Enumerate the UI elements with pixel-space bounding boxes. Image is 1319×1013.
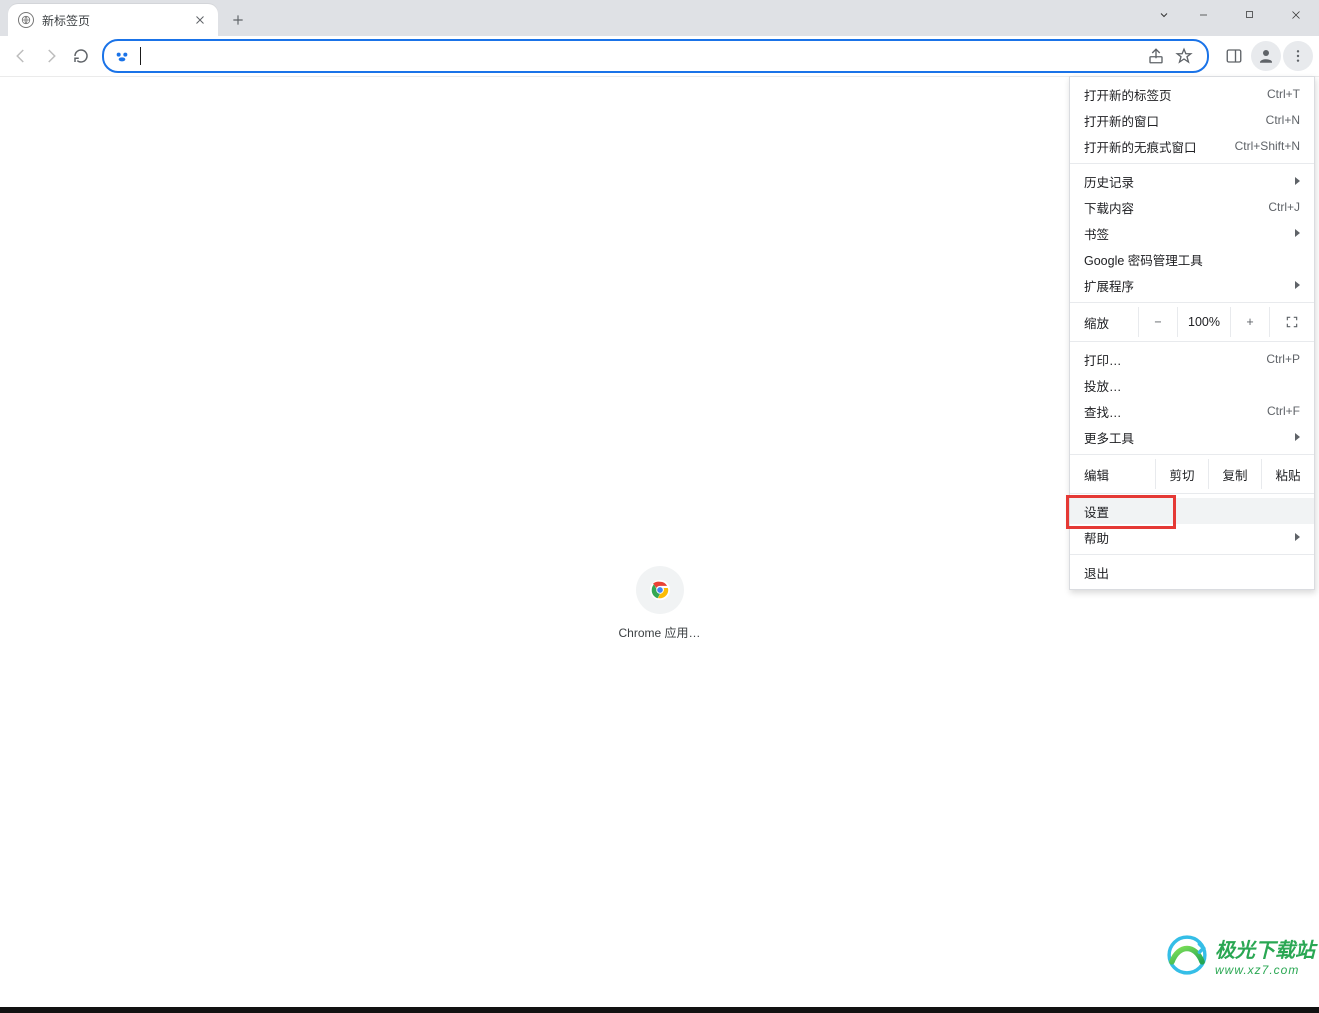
watermark-url: www.xz7.com bbox=[1215, 963, 1315, 977]
watermark-logo-icon bbox=[1165, 933, 1209, 977]
menu-label: 帮助 bbox=[1084, 528, 1295, 547]
menu-shortcut: Ctrl+F bbox=[1267, 404, 1300, 418]
back-button[interactable] bbox=[6, 41, 36, 71]
menu-label: 退出 bbox=[1084, 563, 1300, 582]
chrome-apps-shortcut[interactable]: Chrome 应用… bbox=[618, 566, 700, 641]
fullscreen-button[interactable] bbox=[1269, 307, 1314, 337]
submenu-arrow-icon bbox=[1295, 281, 1300, 289]
chrome-logo-icon bbox=[635, 566, 683, 614]
window-titlebar: 新标签页 bbox=[0, 0, 1319, 36]
menu-label: 设置 bbox=[1084, 502, 1300, 521]
menu-separator bbox=[1070, 454, 1314, 455]
menu-item-exit[interactable]: 退出 bbox=[1070, 559, 1314, 585]
watermark: 极光下载站 www.xz7.com bbox=[1165, 933, 1315, 977]
menu-item-new-incognito[interactable]: 打开新的无痕式窗口 Ctrl+Shift+N bbox=[1070, 133, 1314, 159]
address-bar[interactable] bbox=[102, 39, 1209, 73]
window-maximize-button[interactable] bbox=[1227, 0, 1273, 30]
menu-item-extensions[interactable]: 扩展程序 bbox=[1070, 272, 1314, 298]
menu-label: 更多工具 bbox=[1084, 428, 1295, 447]
menu-item-bookmarks[interactable]: 书签 bbox=[1070, 220, 1314, 246]
menu-label: 编辑 bbox=[1084, 465, 1155, 484]
menu-separator bbox=[1070, 302, 1314, 303]
tab-title: 新标签页 bbox=[42, 12, 192, 29]
window-controls bbox=[1147, 0, 1319, 30]
tab-strip: 新标签页 bbox=[0, 0, 252, 36]
menu-item-cast[interactable]: 投放… bbox=[1070, 372, 1314, 398]
menu-shortcut: Ctrl+J bbox=[1268, 200, 1300, 214]
menu-item-new-window[interactable]: 打开新的窗口 Ctrl+N bbox=[1070, 107, 1314, 133]
menu-item-zoom: 缩放 − 100% + bbox=[1070, 307, 1314, 337]
window-tab-search-button[interactable] bbox=[1147, 0, 1181, 30]
menu-label: 查找… bbox=[1084, 402, 1267, 421]
shortcut-label: Chrome 应用… bbox=[618, 624, 700, 641]
menu-shortcut: Ctrl+T bbox=[1267, 87, 1300, 101]
submenu-arrow-icon bbox=[1295, 433, 1300, 441]
menu-separator bbox=[1070, 493, 1314, 494]
browser-toolbar bbox=[0, 36, 1319, 76]
menu-label: 书签 bbox=[1084, 224, 1295, 243]
search-engine-icon bbox=[114, 48, 130, 64]
menu-label: 投放… bbox=[1084, 376, 1300, 395]
menu-label: 打开新的无痕式窗口 bbox=[1084, 137, 1235, 156]
globe-icon bbox=[18, 12, 34, 28]
menu-item-help[interactable]: 帮助 bbox=[1070, 524, 1314, 550]
url-input[interactable] bbox=[141, 47, 1143, 65]
menu-item-edit: 编辑 剪切 复制 粘贴 bbox=[1070, 459, 1314, 489]
tab-close-icon[interactable] bbox=[192, 12, 208, 28]
menu-item-passwords[interactable]: Google 密码管理工具 bbox=[1070, 246, 1314, 272]
edit-cut-button[interactable]: 剪切 bbox=[1155, 459, 1208, 489]
tab-active[interactable]: 新标签页 bbox=[8, 4, 218, 36]
menu-item-downloads[interactable]: 下载内容 Ctrl+J bbox=[1070, 194, 1314, 220]
submenu-arrow-icon bbox=[1295, 177, 1300, 185]
window-close-button[interactable] bbox=[1273, 0, 1319, 30]
menu-item-print[interactable]: 打印… Ctrl+P bbox=[1070, 346, 1314, 372]
menu-item-settings[interactable]: 设置 bbox=[1070, 498, 1314, 524]
zoom-in-button[interactable]: + bbox=[1230, 307, 1269, 337]
reload-button[interactable] bbox=[66, 41, 96, 71]
main-menu: 打开新的标签页 Ctrl+T 打开新的窗口 Ctrl+N 打开新的无痕式窗口 C… bbox=[1069, 76, 1315, 590]
menu-separator bbox=[1070, 341, 1314, 342]
side-panel-icon[interactable] bbox=[1219, 41, 1249, 71]
forward-button[interactable] bbox=[36, 41, 66, 71]
bookmark-star-icon[interactable] bbox=[1171, 43, 1197, 69]
menu-label: 下载内容 bbox=[1084, 198, 1268, 217]
menu-separator bbox=[1070, 163, 1314, 164]
menu-shortcut: Ctrl+P bbox=[1266, 352, 1300, 366]
menu-label: 打开新的标签页 bbox=[1084, 85, 1267, 104]
profile-avatar-icon[interactable] bbox=[1251, 41, 1281, 71]
menu-shortcut: Ctrl+N bbox=[1266, 113, 1300, 127]
menu-label: 历史记录 bbox=[1084, 172, 1295, 191]
zoom-out-button[interactable]: − bbox=[1138, 307, 1177, 337]
submenu-arrow-icon bbox=[1295, 533, 1300, 541]
window-minimize-button[interactable] bbox=[1181, 0, 1227, 30]
menu-label: 打开新的窗口 bbox=[1084, 111, 1266, 130]
menu-item-history[interactable]: 历史记录 bbox=[1070, 168, 1314, 194]
zoom-value: 100% bbox=[1177, 307, 1230, 337]
menu-shortcut: Ctrl+Shift+N bbox=[1235, 139, 1300, 153]
taskbar-sliver bbox=[0, 1007, 1319, 1013]
menu-item-find[interactable]: 查找… Ctrl+F bbox=[1070, 398, 1314, 424]
edit-paste-button[interactable]: 粘贴 bbox=[1261, 459, 1314, 489]
submenu-arrow-icon bbox=[1295, 229, 1300, 237]
menu-label: Google 密码管理工具 bbox=[1084, 250, 1300, 269]
menu-label: 缩放 bbox=[1084, 313, 1138, 332]
watermark-title: 极光下载站 bbox=[1215, 934, 1315, 963]
kebab-menu-icon[interactable] bbox=[1283, 41, 1313, 71]
menu-item-new-tab[interactable]: 打开新的标签页 Ctrl+T bbox=[1070, 81, 1314, 107]
edit-copy-button[interactable]: 复制 bbox=[1208, 459, 1261, 489]
menu-separator bbox=[1070, 554, 1314, 555]
menu-label: 打印… bbox=[1084, 350, 1266, 369]
menu-item-more-tools[interactable]: 更多工具 bbox=[1070, 424, 1314, 450]
new-tab-button[interactable] bbox=[224, 6, 252, 34]
share-icon[interactable] bbox=[1143, 43, 1169, 69]
menu-label: 扩展程序 bbox=[1084, 276, 1295, 295]
